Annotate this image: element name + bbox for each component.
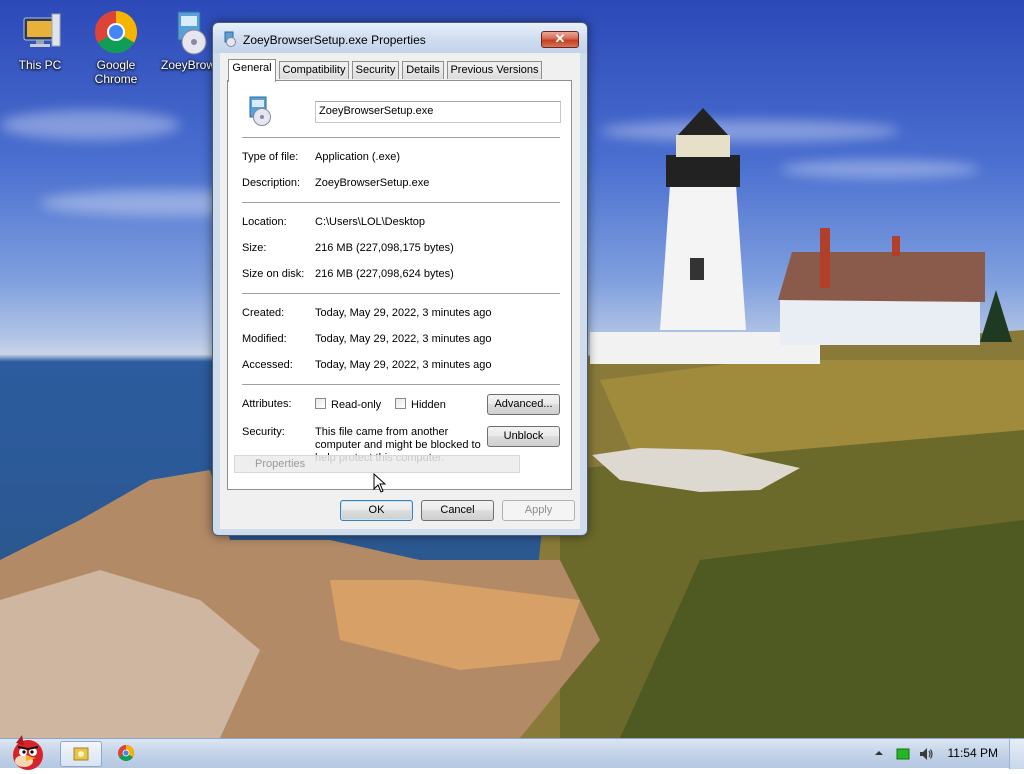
show-hidden-icons-arrow-icon[interactable]	[874, 748, 884, 758]
readonly-label: Read-only	[331, 399, 382, 411]
volume-icon[interactable]	[918, 746, 934, 762]
size-label: Size:	[242, 242, 267, 254]
hidden-checkbox[interactable]	[395, 398, 406, 409]
installer-icon	[221, 31, 237, 47]
mouse-cursor-icon	[373, 473, 387, 493]
created-label: Created:	[242, 307, 285, 319]
description-value: ZoeyBrowserSetup.exe	[315, 177, 430, 189]
accessed-value: Today, May 29, 2022, 3 minutes ago	[315, 359, 492, 371]
unblock-button[interactable]: Unblock	[487, 426, 560, 447]
start-button[interactable]	[2, 731, 50, 771]
angry-bird-start-icon	[13, 735, 43, 770]
filename-field[interactable]: ZoeyBrowserSetup.exe	[315, 101, 561, 123]
show-desktop-button[interactable]	[1009, 739, 1024, 769]
desktop-icon-this-pc[interactable]: This PC	[2, 8, 78, 72]
chrome-icon	[118, 745, 134, 761]
desktop-icon-label: This PC	[18, 58, 62, 72]
tooltip: Properties	[234, 455, 520, 473]
taskbar-item-chrome[interactable]	[106, 741, 148, 767]
apply-button[interactable]: Apply	[502, 500, 575, 521]
desktop-icon-label: Google Chrome	[94, 58, 138, 86]
tab-details[interactable]: Details	[402, 61, 444, 79]
separator	[242, 202, 560, 203]
size-on-disk-value: 216 MB (227,098,624 bytes)	[315, 268, 454, 280]
description-label: Description:	[242, 177, 301, 189]
ok-button[interactable]: OK	[340, 500, 413, 521]
location-value: C:\Users\LOL\Desktop	[315, 216, 426, 228]
tab-previous-versions[interactable]: Previous Versions	[447, 61, 542, 79]
taskbar: 11:54 PM	[0, 735, 1024, 770]
hidden-label: Hidden	[411, 399, 446, 411]
attributes-label: Attributes:	[242, 398, 292, 410]
dialog-client-area: General Compatibility Security Details P…	[220, 53, 580, 529]
size-value: 216 MB (227,098,175 bytes)	[315, 242, 454, 254]
tab-security[interactable]: Security	[352, 61, 399, 79]
location-label: Location:	[242, 216, 287, 228]
dialog-title: ZoeyBrowserSetup.exe Properties	[243, 33, 426, 47]
modified-label: Modified:	[242, 333, 287, 345]
properties-dialog: ZoeyBrowserSetup.exe Properties ✕ Genera…	[212, 22, 588, 536]
created-value: Today, May 29, 2022, 3 minutes ago	[315, 307, 492, 319]
dialog-titlebar[interactable]: ZoeyBrowserSetup.exe Properties ✕	[213, 23, 587, 53]
type-of-file-value: Application (.exe)	[315, 151, 400, 163]
close-button[interactable]: ✕	[541, 31, 579, 48]
taskbar-clock[interactable]: 11:54 PM	[948, 746, 998, 760]
advanced-button[interactable]: Advanced...	[487, 394, 560, 415]
desktop-icon-google-chrome[interactable]: Google Chrome	[78, 8, 154, 86]
general-tab-panel: ZoeyBrowserSetup.exe Type of file: Appli…	[227, 80, 572, 490]
separator	[242, 293, 560, 294]
folder-icon	[73, 747, 89, 761]
security-message-line: computer and might be blocked to	[315, 439, 481, 451]
cancel-button[interactable]: Cancel	[421, 500, 494, 521]
tab-general[interactable]: General	[228, 59, 276, 82]
installer-icon	[242, 95, 274, 127]
security-label: Security:	[242, 426, 285, 438]
installer-icon	[164, 8, 212, 56]
size-on-disk-label: Size on disk:	[242, 268, 305, 280]
taskbar-item-properties[interactable]	[60, 741, 102, 767]
readonly-checkbox[interactable]	[315, 398, 326, 409]
accessed-label: Accessed:	[242, 359, 293, 371]
chrome-icon	[92, 8, 140, 56]
network-status-icon[interactable]	[896, 747, 910, 761]
system-tray: 11:54 PM	[864, 739, 1024, 769]
security-message-line: This file came from another	[315, 426, 449, 438]
type-of-file-label: Type of file:	[242, 151, 299, 163]
modified-value: Today, May 29, 2022, 3 minutes ago	[315, 333, 492, 345]
separator	[242, 137, 560, 138]
tab-compatibility[interactable]: Compatibility	[279, 61, 349, 79]
computer-icon	[16, 8, 64, 56]
separator	[242, 384, 560, 385]
